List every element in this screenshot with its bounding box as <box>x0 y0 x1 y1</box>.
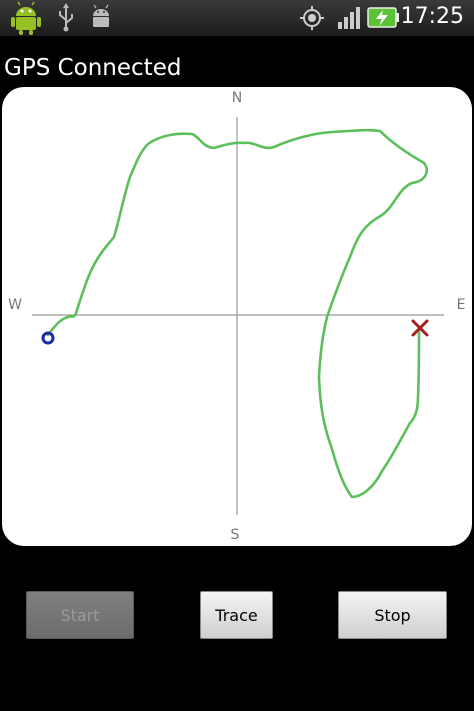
compass-south-label: S <box>231 527 240 543</box>
compass-east-label: E <box>457 297 466 313</box>
track-start-marker <box>41 331 55 345</box>
battery-charging-icon <box>366 0 402 40</box>
stop-button[interactable]: Stop <box>338 591 447 639</box>
signal-icon <box>336 0 362 40</box>
gps-icon <box>297 0 327 40</box>
gps-track-map[interactable]: N S W E <box>2 87 472 546</box>
android-icon <box>8 0 44 40</box>
status-clock: 17:25 <box>400 4 464 29</box>
start-button[interactable]: Start <box>26 591 134 639</box>
usb-icon <box>54 0 78 40</box>
trace-button[interactable]: Trace <box>200 591 273 639</box>
compass-west-label: W <box>8 297 22 313</box>
connection-status-title: GPS Connected <box>4 55 182 81</box>
status-bar: 17:25 <box>0 0 474 36</box>
debug-icon <box>88 0 114 40</box>
compass-north-label: N <box>232 90 242 106</box>
